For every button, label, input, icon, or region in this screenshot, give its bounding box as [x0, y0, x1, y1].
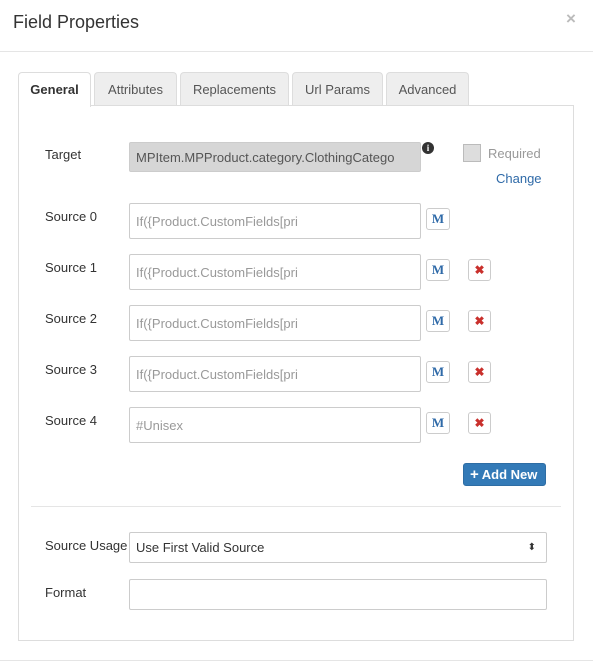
source-label: Source 0 [45, 209, 98, 224]
change-link[interactable]: Change [496, 171, 542, 186]
source-input[interactable]: If({Product.CustomFields[pri [129, 254, 421, 290]
source-label: Source 2 [45, 311, 98, 326]
divider [31, 506, 561, 507]
remove-icon[interactable]: ✖ [468, 361, 491, 383]
source-label: Source 3 [45, 362, 98, 377]
remove-icon[interactable]: ✖ [468, 310, 491, 332]
add-new-button[interactable]: + Add New [463, 463, 546, 486]
source-input[interactable]: If({Product.CustomFields[pri [129, 356, 421, 392]
tab-attributes[interactable]: Attributes [94, 72, 177, 106]
tab-general[interactable]: General [18, 72, 91, 107]
add-new-label: Add New [481, 467, 538, 482]
mapping-button[interactable]: M [426, 412, 450, 434]
source-input[interactable]: If({Product.CustomFields[pri [129, 203, 421, 239]
tab-url-params[interactable]: Url Params [292, 72, 383, 106]
select-caret-icon: ⬍ [527, 542, 536, 553]
remove-icon[interactable]: ✖ [468, 259, 491, 281]
target-label: Target [45, 147, 82, 162]
format-label: Format [45, 585, 87, 600]
source-input[interactable]: If({Product.CustomFields[pri [129, 305, 421, 341]
dialog-footer-divider [0, 660, 593, 661]
dialog-header: Field Properties × [0, 0, 593, 52]
source-label: Source 4 [45, 413, 98, 428]
mapping-button[interactable]: M [426, 259, 450, 281]
target-field: MPItem.MPProduct.category.ClothingCatego [129, 142, 421, 172]
source-label: Source 1 [45, 260, 98, 275]
source-input[interactable]: #Unisex [129, 407, 421, 443]
plus-icon: + [470, 466, 479, 483]
required-checkbox[interactable] [463, 144, 481, 162]
close-icon[interactable]: × [566, 9, 576, 29]
remove-icon[interactable]: ✖ [468, 412, 491, 434]
required-label: Required [488, 146, 541, 161]
mapping-button[interactable]: M [426, 208, 450, 230]
tab-replacements[interactable]: Replacements [180, 72, 289, 106]
mapping-button[interactable]: M [426, 310, 450, 332]
mapping-button[interactable]: M [426, 361, 450, 383]
info-icon[interactable]: i [422, 142, 434, 154]
source-usage-select[interactable]: Use First Valid Source ⬍ [129, 532, 547, 563]
dialog-title: Field Properties [13, 12, 140, 32]
source-usage-label: Source Usage [45, 538, 128, 553]
format-input[interactable] [129, 579, 547, 610]
source-usage-value: Use First Valid Source [136, 540, 265, 555]
tab-advanced[interactable]: Advanced [386, 72, 469, 106]
